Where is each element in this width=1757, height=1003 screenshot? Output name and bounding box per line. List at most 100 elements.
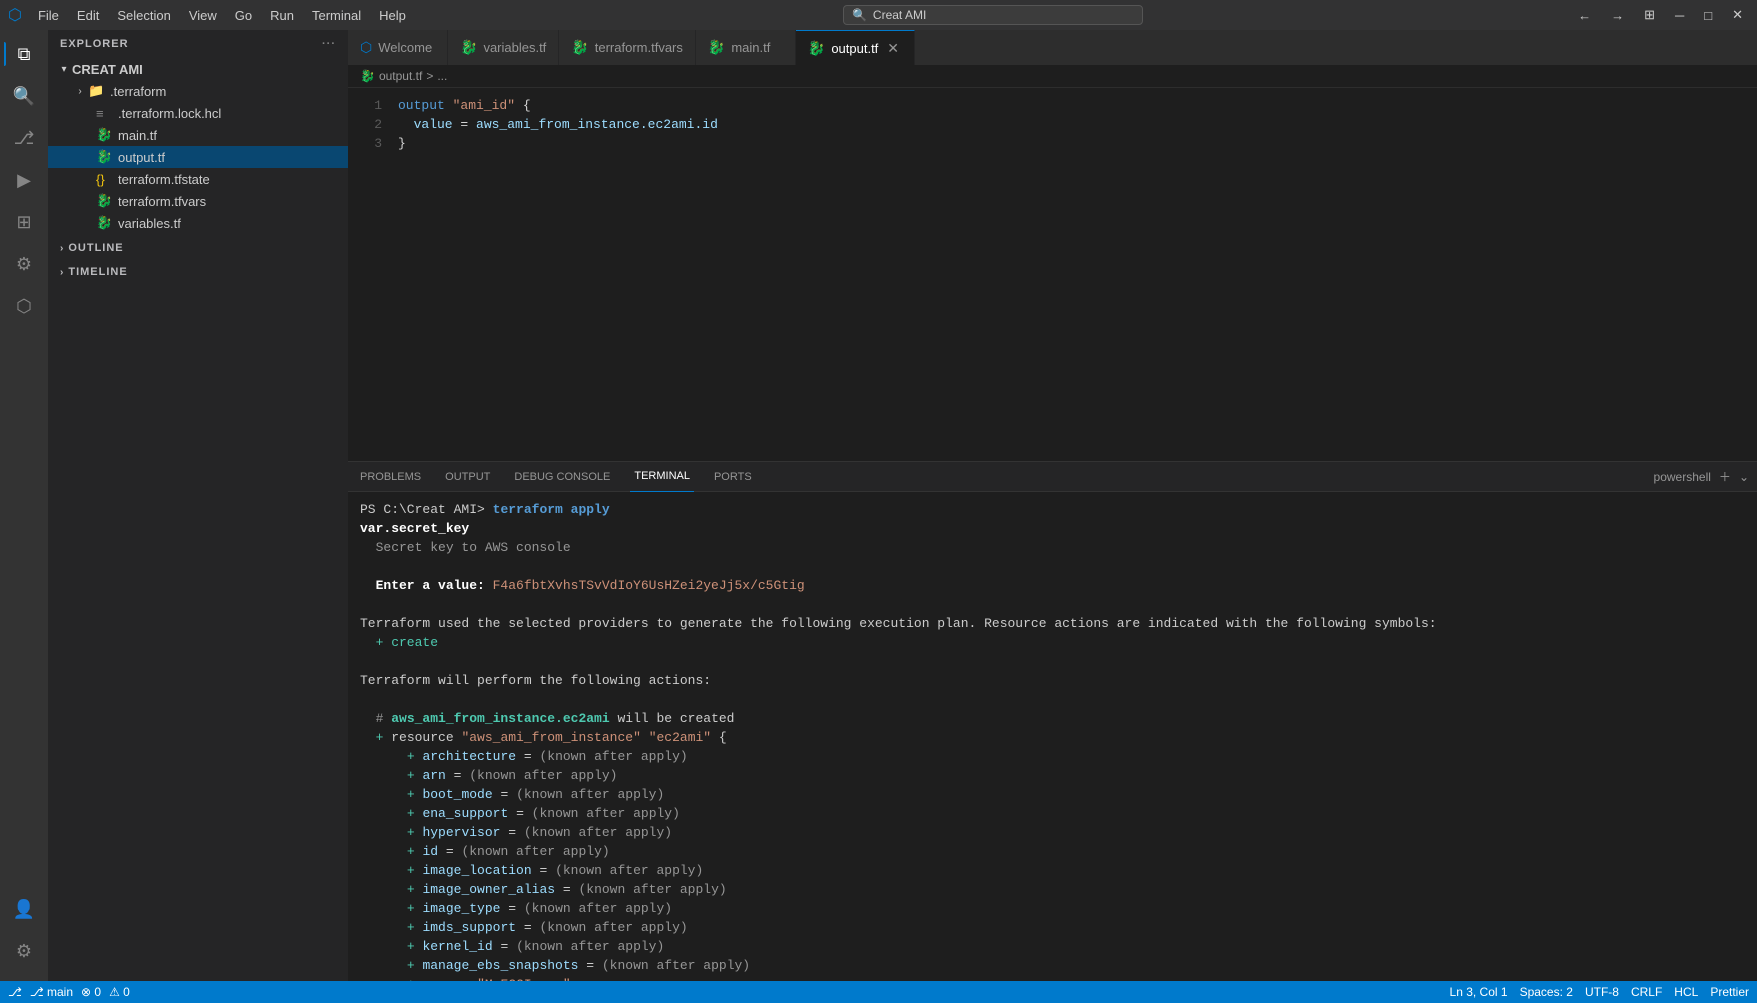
add-terminal-button[interactable]: ＋ (1719, 468, 1731, 485)
file-variables-icon: 🐉 (96, 215, 114, 231)
file-tree: ▾ CREAT AMI › 📁 .terraform ≡ .terraform.… (48, 58, 348, 981)
timeline-section[interactable]: › TIMELINE (48, 258, 348, 282)
activity-extra1[interactable]: ⬡ (4, 286, 44, 326)
panel-tab-debug[interactable]: DEBUG CONSOLE (510, 462, 614, 492)
terminal-line: + image_location = (known after apply) (360, 861, 1745, 880)
activity-run[interactable]: ▶ (4, 160, 44, 200)
tf-tab-icon: 🐉 (708, 39, 725, 56)
tree-item-tfvars[interactable]: 🐉 terraform.tfvars (48, 190, 348, 212)
tab-tfvars[interactable]: 🐉 terraform.tfvars (559, 30, 696, 65)
breadcrumb: 🐉 output.tf > ... (348, 65, 1757, 88)
errors-label[interactable]: ⊗ 0 (81, 985, 101, 999)
encoding-label[interactable]: UTF-8 (1585, 985, 1619, 999)
tree-item-lock-hcl[interactable]: ≡ .terraform.lock.hcl (48, 102, 348, 124)
tree-item-variables-tf[interactable]: 🐉 variables.tf (48, 212, 348, 234)
indent-spaces[interactable]: Spaces: 2 (1520, 985, 1573, 999)
close-icon[interactable]: ✕ (1726, 5, 1749, 25)
formatter-label[interactable]: Prettier (1710, 985, 1749, 999)
account-icon: 👤 (13, 899, 35, 920)
tree-item-main-tf[interactable]: 🐉 main.tf (48, 124, 348, 146)
minimize-icon[interactable]: ─ (1669, 6, 1690, 25)
tab-tfvars-label: terraform.tfvars (595, 40, 683, 55)
code-editor[interactable]: 1 output "ami_id" { 2 value = aws_ami_fr… (348, 88, 1757, 461)
warnings-label[interactable]: ⚠ 0 (109, 985, 130, 999)
terminal-prompt-line: PS C:\Creat AMI> terraform apply (360, 500, 1745, 519)
panel-tab-output[interactable]: OUTPUT (441, 462, 494, 492)
keyword-output: output (398, 98, 445, 113)
menu-edit[interactable]: Edit (69, 6, 107, 25)
outline-label: OUTLINE (68, 242, 123, 254)
tab-welcome[interactable]: ⬡ Welcome (348, 30, 448, 65)
activity-remote-explorer[interactable]: ⚙ (4, 244, 44, 284)
run-icon: ▶ (17, 170, 31, 191)
line-content: value = aws_ami_from_instance.ec2ami.id (398, 115, 1757, 134)
language-label[interactable]: HCL (1674, 985, 1698, 999)
nav-back-button[interactable]: ← (1572, 6, 1597, 25)
activity-explorer[interactable]: ⧉ (4, 34, 44, 74)
menu-file[interactable]: File (30, 6, 67, 25)
tree-label-terraform: .terraform (110, 84, 166, 99)
menu-selection[interactable]: Selection (109, 6, 178, 25)
file-tfvars-icon: 🐉 (96, 193, 114, 209)
tree-label-variables-tf: variables.tf (118, 216, 181, 231)
tree-item-output-tf[interactable]: 🐉 output.tf (48, 146, 348, 168)
vscode-logo-icon: ⬡ (8, 5, 22, 25)
terminal-line: Terraform will perform the following act… (360, 671, 1745, 690)
string-ami-id: "ami_id" (453, 98, 515, 113)
tree-root-creat-ami[interactable]: ▾ CREAT AMI (48, 58, 348, 80)
nav-forward-button[interactable]: → (1605, 6, 1630, 25)
breadcrumb-filename[interactable]: output.tf (379, 69, 422, 83)
terminal-content[interactable]: PS C:\Creat AMI> terraform apply var.sec… (348, 492, 1757, 981)
terminal-prompt-text: PS C:\Creat AMI> (360, 502, 485, 517)
terminal-line: Terraform used the selected providers to… (360, 614, 1745, 633)
terminal-output: var.secret_key Secret key to AWS console… (360, 519, 1745, 981)
file-hcl-icon: ≡ (96, 106, 114, 121)
menu-help[interactable]: Help (371, 6, 414, 25)
tab-output-tf[interactable]: 🐉 output.tf ✕ (796, 30, 915, 65)
menu-terminal[interactable]: Terminal (304, 6, 369, 25)
search-box[interactable]: 🔍 Creat AMI (843, 5, 1143, 25)
titlebar: ⬡ File Edit Selection View Go Run Termin… (0, 0, 1757, 30)
tree-item-terraform-folder[interactable]: › 📁 .terraform (48, 80, 348, 102)
panel-tab-problems[interactable]: PROBLEMS (356, 462, 425, 492)
project-name-label: CREAT AMI (72, 62, 143, 77)
cursor-position[interactable]: Ln 3, Col 1 (1450, 985, 1508, 999)
terminal-line: + image_owner_alias = (known after apply… (360, 880, 1745, 899)
activity-extensions[interactable]: ⊞ (4, 202, 44, 242)
menu-view[interactable]: View (181, 6, 225, 25)
git-branch-icon: ⎇ (8, 985, 22, 999)
file-tf-icon: 🐉 (96, 127, 114, 143)
activity-source-control[interactable]: ⎇ (4, 118, 44, 158)
more-terminal-button[interactable]: ⌄ (1739, 470, 1749, 484)
panel-tab-terminal[interactable]: TERMINAL (630, 462, 694, 492)
panel-tab-ports[interactable]: PORTS (710, 462, 756, 492)
git-branch-label[interactable]: ⎇ main (30, 985, 73, 999)
terminal-line: + resource "aws_ami_from_instance" "ec2a… (360, 728, 1745, 747)
outline-section[interactable]: › OUTLINE (48, 234, 348, 258)
source-control-icon: ⎇ (14, 128, 35, 149)
maximize-icon[interactable]: □ (1698, 6, 1718, 25)
menu-go[interactable]: Go (227, 6, 260, 25)
activity-settings[interactable]: ⚙ (4, 931, 44, 971)
tab-output-tf-label: output.tf (831, 41, 878, 56)
terminal-line: + arn = (known after apply) (360, 766, 1745, 785)
tab-close-button[interactable]: ✕ (884, 39, 902, 58)
panel: PROBLEMS OUTPUT DEBUG CONSOLE TERMINAL P… (348, 461, 1757, 981)
menu-run[interactable]: Run (262, 6, 302, 25)
breadcrumb-symbol[interactable]: ... (437, 69, 447, 83)
tf-tab-icon: 🐉 (808, 40, 825, 57)
tab-main-tf[interactable]: 🐉 main.tf (696, 30, 796, 65)
tree-item-tfstate[interactable]: {} terraform.tfstate (48, 168, 348, 190)
sidebar-menu-button[interactable]: ··· (322, 38, 336, 50)
line-number: 3 (348, 134, 398, 153)
activity-search[interactable]: 🔍 (4, 76, 44, 116)
terminal-line: Secret key to AWS console (360, 538, 1745, 557)
tab-variables-tf[interactable]: 🐉 variables.tf (448, 30, 559, 65)
line-ending-label[interactable]: CRLF (1631, 985, 1662, 999)
activity-account[interactable]: 👤 (4, 889, 44, 929)
terminal-label: powershell (1654, 470, 1711, 484)
activity-bottom: 👤 ⚙ (4, 889, 44, 981)
layout-icon[interactable]: ⊞ (1638, 5, 1661, 25)
terminal-line: + architecture = (known after apply) (360, 747, 1745, 766)
tf-breadcrumb-icon: 🐉 (360, 69, 375, 83)
